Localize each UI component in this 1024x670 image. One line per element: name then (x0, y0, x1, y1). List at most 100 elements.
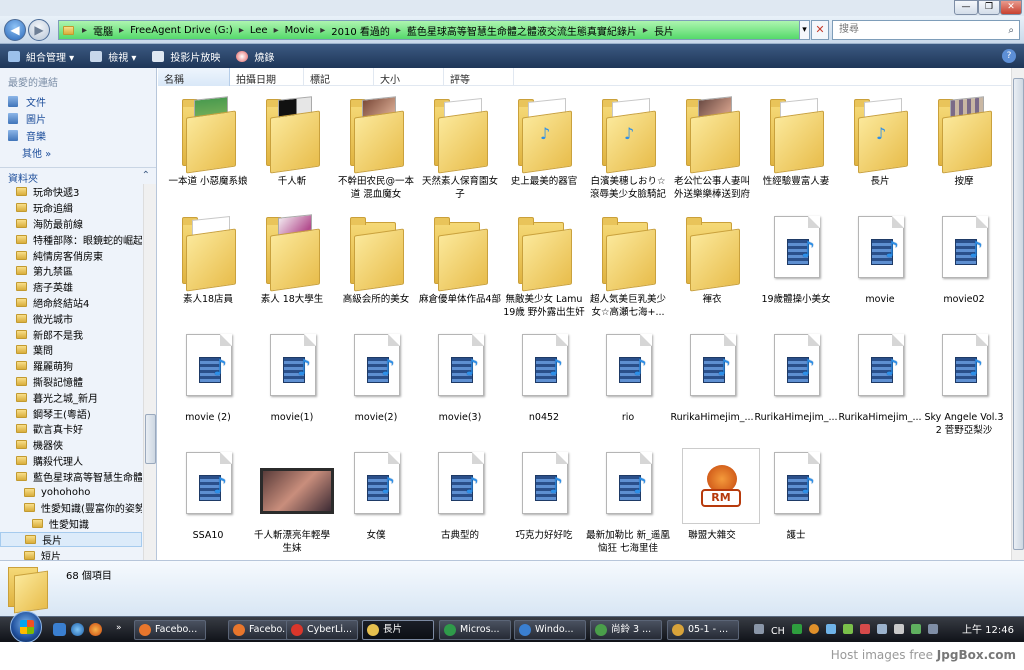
search-icon[interactable]: ⌕ (1008, 22, 1014, 40)
column-header[interactable]: 名稱 (158, 68, 230, 86)
internet-explorer-icon[interactable] (71, 623, 84, 636)
file-item[interactable]: ♪ 最新加勒比 新_遥凰恼狂 七海里佳 (586, 440, 670, 558)
tray-app-icon[interactable] (859, 624, 870, 634)
file-item[interactable]: ♪ movie02 (922, 204, 1006, 322)
file-item[interactable]: 性經驗豐富人妻 (754, 86, 838, 204)
file-item[interactable]: ♪ 巧克力好好吃 (502, 440, 586, 558)
forward-button[interactable]: ▶ (28, 19, 50, 41)
file-item[interactable]: ♪ rio (586, 322, 670, 440)
folder-tree-item[interactable]: 純情房客俏房東 (0, 247, 142, 263)
breadcrumb-item[interactable]: FreeAgent Drive (G:) (126, 25, 237, 36)
file-item[interactable]: ♪ 護士 (754, 440, 838, 558)
folder-tree-item[interactable]: 性愛知識(豐富你的姿勢) (0, 500, 142, 516)
folder-tree-item[interactable]: 羅麗萌狗 (0, 358, 142, 374)
folder-tree-scrollbar[interactable] (143, 184, 156, 560)
breadcrumb-separator-icon[interactable]: ▸ (318, 25, 327, 36)
folder-tree-item[interactable]: 玩命快遞3 (0, 184, 142, 200)
folder-tree-item[interactable]: 第九禁區 (0, 263, 142, 279)
breadcrumb-item[interactable]: 長片 (650, 23, 678, 38)
file-item[interactable]: ♪ Sky Angele Vol.32 菅野亞梨沙 (922, 322, 1006, 440)
file-item[interactable]: ♪ SSA10 (166, 440, 250, 558)
file-item[interactable]: 素人 18大學生 (250, 204, 334, 322)
file-item[interactable]: ♪ RurikaHimejim_... (754, 322, 838, 440)
views-button[interactable]: 檢視 ▾ (90, 49, 136, 64)
folder-tree-item[interactable]: yohohoho (0, 484, 142, 500)
breadcrumb-separator-icon[interactable]: ▸ (237, 25, 246, 36)
back-button[interactable]: ◀ (4, 19, 26, 41)
column-header[interactable]: 評等 (444, 68, 514, 86)
maximize-button[interactable]: ❐ (978, 0, 1000, 15)
file-item[interactable]: ♪ movie (2) (166, 322, 250, 440)
start-button[interactable] (10, 611, 42, 643)
breadcrumb-separator-icon[interactable]: ▸ (272, 25, 281, 36)
slideshow-button[interactable]: 投影片放映 (152, 49, 220, 64)
folder-tree-item[interactable]: 暮光之城_新月 (0, 389, 142, 405)
file-item[interactable]: ♪ movie(3) (418, 322, 502, 440)
breadcrumb-item[interactable]: Movie (281, 25, 319, 36)
tray-network-icon[interactable] (894, 624, 905, 634)
breadcrumb-item[interactable]: 2010 看過的 (327, 23, 394, 38)
folder-tree-item[interactable]: 機器俠 (0, 437, 142, 453)
file-item[interactable]: RM 聯盟大雜交 (670, 440, 760, 558)
folder-tree-item[interactable]: 購殺代理人 (0, 453, 142, 469)
folder-tree-item[interactable]: 撕裂記憶體 (0, 374, 142, 390)
taskbar-button[interactable]: Windo... (514, 620, 586, 640)
taskbar-button[interactable]: Micros... (439, 620, 511, 640)
file-item[interactable]: ♪ 19歲體操小美女 (754, 204, 838, 322)
folder-tree-item[interactable]: 微光城市 (0, 310, 142, 326)
file-item[interactable]: ♪ movie(2) (334, 322, 418, 440)
address-bar[interactable]: ▸ 電腦 ▸ FreeAgent Drive (G:) ▸ Lee ▸ Movie ▸ 2010 … (58, 20, 800, 40)
folder-tree-item[interactable]: 性愛知識 (0, 516, 142, 532)
folder-tree-item[interactable]: 海防最前線 (0, 216, 142, 232)
tray-app-icon[interactable] (808, 624, 819, 634)
folder-tree-item[interactable]: 長片 (0, 531, 142, 548)
file-item[interactable]: ♪ n0452 (502, 322, 586, 440)
column-header[interactable]: 標記 (304, 68, 374, 86)
folders-header[interactable]: 資料夾 ⌃ (0, 167, 156, 185)
favorite-link-pictures[interactable]: 圖片 (0, 110, 156, 127)
folder-tree-item[interactable]: 特種部隊：眼鏡蛇的崛起 (0, 231, 142, 247)
folder-tree-item[interactable]: 鋼琴王(粵語) (0, 405, 142, 421)
folder-tree-item[interactable]: 葉問 (0, 342, 142, 358)
file-item[interactable]: ♪ RurikaHimejim_... (838, 322, 922, 440)
favorite-link-music[interactable]: 音樂 (0, 127, 156, 144)
folder-tree-item[interactable]: 玩命追緝 (0, 200, 142, 216)
address-dropdown-button[interactable]: ▾ (800, 20, 810, 40)
file-item[interactable]: 素人18店員 (166, 204, 250, 322)
breadcrumb-item[interactable]: 藍色星球高等智慧生命體之體液交流生態真實紀錄片 (403, 23, 641, 38)
folder-tree-item[interactable]: 短片 (0, 547, 142, 560)
tray-keyboard-icon[interactable] (754, 624, 764, 634)
breadcrumb-separator-icon[interactable]: ▸ (117, 25, 126, 36)
column-header[interactable]: 拍攝日期 (230, 68, 304, 86)
breadcrumb-separator-icon[interactable]: ▸ (641, 25, 650, 36)
file-item[interactable]: 老公忙公事人妻叫外送樂樂棒送到府 (670, 86, 754, 204)
file-item[interactable]: 不幹田农民@一本道 混血魔女 (334, 86, 418, 204)
show-desktop-icon[interactable] (53, 623, 66, 636)
help-button[interactable]: ? (1002, 49, 1016, 63)
file-item[interactable]: 一本道 小惡魔系娘 (166, 86, 250, 204)
favorite-link-documents[interactable]: 文件 (0, 93, 156, 110)
file-item[interactable]: ♪ 長片 (838, 86, 922, 204)
taskbar-clock[interactable]: 上午 12:46 (962, 621, 1014, 636)
taskbar-button[interactable]: 05-1 - ... (667, 620, 739, 640)
taskbar-button[interactable]: Facebo... (134, 620, 206, 640)
breadcrumb-separator-icon[interactable]: ▸ (80, 25, 89, 36)
tray-app-icon[interactable] (877, 624, 887, 634)
folder-tree-item[interactable]: 歡言真卡好 (0, 421, 142, 437)
scrollbar-thumb[interactable] (1013, 78, 1024, 550)
burn-button[interactable]: 燒錄 (236, 49, 274, 64)
file-item[interactable]: 千人斬漂亮年輕學生妹 (250, 440, 334, 558)
chevron-up-icon[interactable]: ⌃ (142, 170, 150, 181)
taskbar-button[interactable]: 長片 (362, 620, 434, 640)
file-item[interactable]: 褌衣 (670, 204, 754, 322)
file-item[interactable]: ♪ 史上最美的器官 (502, 86, 586, 204)
quicklaunch-more-icon[interactable]: » (116, 623, 124, 636)
file-item[interactable]: 千人斬 (250, 86, 334, 204)
file-item[interactable]: 麻倉優单体作品4部 (418, 204, 502, 322)
breadcrumb-item[interactable]: Lee (246, 25, 272, 36)
scrollbar-thumb[interactable] (145, 414, 156, 464)
file-item[interactable]: 天然素人保育園女子 (418, 86, 502, 204)
minimize-button[interactable]: — (954, 0, 978, 15)
file-item[interactable]: ♪ movie(1) (250, 322, 334, 440)
file-item[interactable]: ♪ RurikaHimejim_... (670, 322, 754, 440)
